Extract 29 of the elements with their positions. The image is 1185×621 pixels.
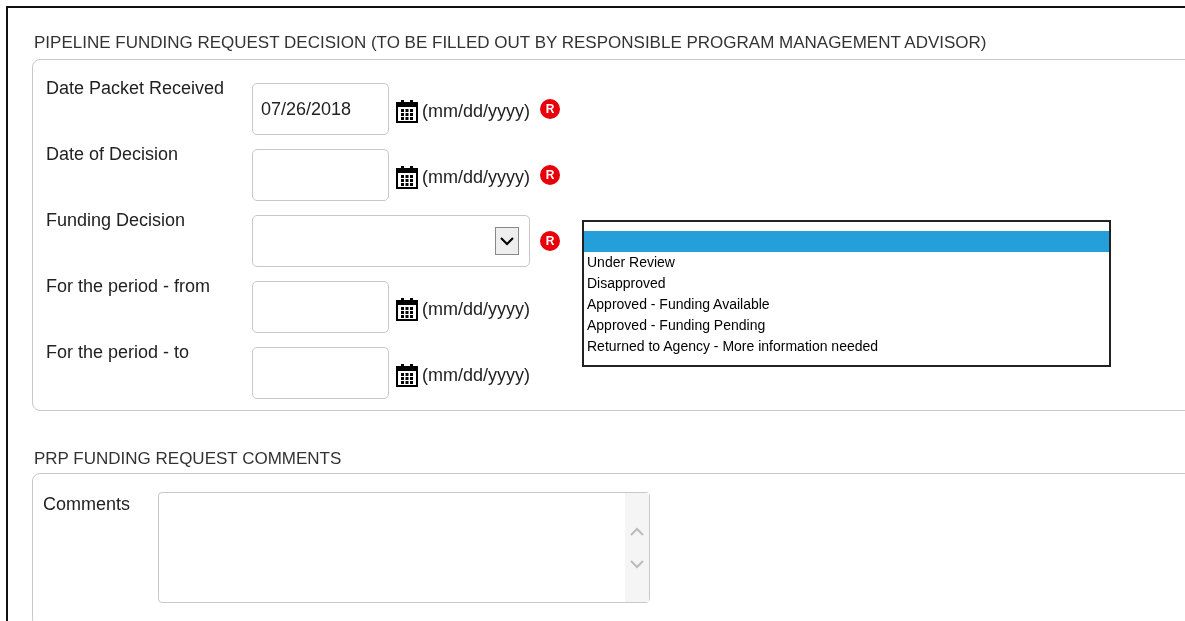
date-input[interactable] [252, 281, 389, 333]
field-label: Date Packet Received [45, 77, 226, 100]
field-label: Funding Decision [45, 209, 187, 232]
field-label: Comments [43, 493, 132, 516]
required-badge: R [540, 165, 560, 185]
date-format-hint: (mm/dd/yyyy) [422, 165, 530, 189]
calendar-icon[interactable] [396, 297, 418, 321]
dropdown-option[interactable] [584, 231, 1109, 252]
chevron-down-icon[interactable] [495, 227, 519, 255]
date-format-hint: (mm/dd/yyyy) [422, 363, 530, 387]
scroll-up-icon[interactable] [630, 526, 644, 537]
date-format-hint: (mm/dd/yyyy) [422, 99, 530, 123]
date-input[interactable]: 07/26/2018 [252, 83, 389, 135]
date-input[interactable] [252, 347, 389, 399]
required-badge: R [540, 99, 560, 119]
required-badge: R [540, 231, 560, 251]
section-title: PIPELINE FUNDING REQUEST DECISION (TO BE FILLED OUT BY RESPONSIBLE PROGRAM MANAGEMENT ADVISOR) [34, 32, 988, 54]
section-title: PRP FUNDING REQUEST COMMENTS [34, 448, 343, 470]
comments-textarea[interactable] [158, 492, 650, 603]
field-label: Date of Decision [45, 143, 180, 166]
scroll-down-icon[interactable] [630, 558, 644, 569]
calendar-icon[interactable] [396, 165, 418, 189]
calendar-icon[interactable] [396, 99, 418, 123]
calendar-icon[interactable] [396, 363, 418, 387]
field-label: For the period - to [45, 341, 191, 364]
date-input[interactable] [252, 149, 389, 201]
date-format-hint: (mm/dd/yyyy) [422, 297, 530, 321]
scrollbar[interactable] [625, 493, 649, 602]
field-label: For the period - from [45, 275, 212, 298]
